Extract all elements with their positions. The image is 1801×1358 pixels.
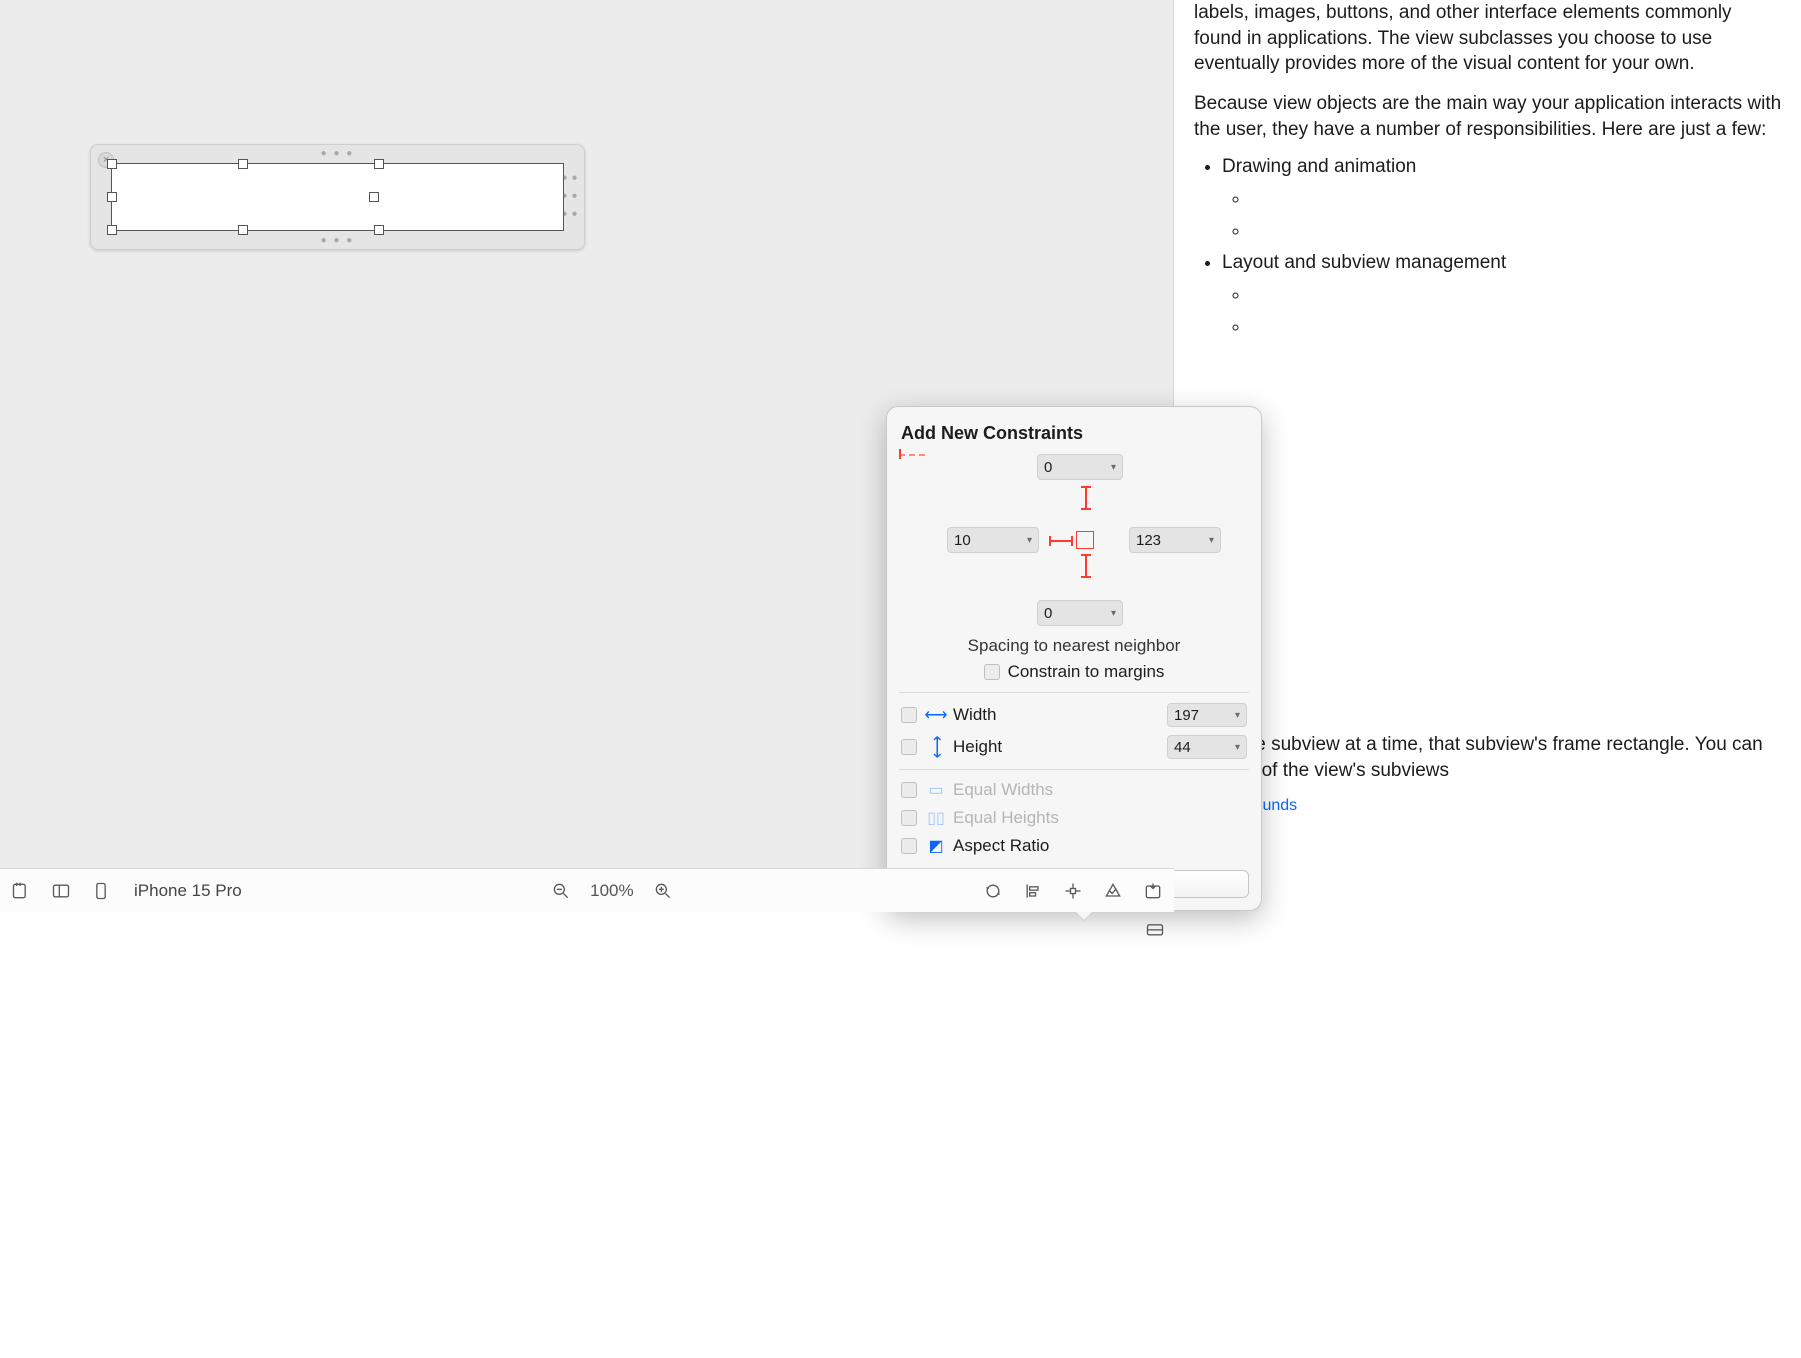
height-label: Height	[953, 737, 1159, 757]
canvas-bottom-toolbar: iPhone 15 Pro 100%	[0, 868, 1174, 912]
width-value-field[interactable]: 197 ▾	[1167, 703, 1247, 727]
width-value: 197	[1174, 707, 1199, 724]
doc-list-item: Layout and subview management	[1222, 252, 1783, 274]
equal-heights-label: Equal Heights	[953, 808, 1247, 828]
add-constraints-icon[interactable]	[1062, 880, 1084, 902]
checkbox-icon[interactable]	[901, 838, 917, 854]
doc-paragraph: only one subview at a time, that subview…	[1194, 732, 1783, 783]
doc-sub-item	[1250, 188, 1783, 210]
top-spacing-value: 0	[1044, 459, 1107, 476]
doc-sub-item	[1250, 316, 1783, 338]
resize-handle[interactable]	[107, 225, 117, 235]
leading-strut-icon[interactable]	[1049, 540, 1073, 542]
bottom-spacing-field[interactable]: 0 ▾	[1037, 600, 1123, 626]
doc-paragraph: Because view objects are the main way yo…	[1194, 91, 1783, 142]
trailing-spacing-field[interactable]: 123 ▾	[1129, 527, 1221, 553]
doc-sub-item	[1250, 220, 1783, 242]
chevron-down-icon[interactable]: ▾	[1235, 742, 1240, 753]
height-value: 44	[1174, 739, 1191, 756]
trailing-strut-icon[interactable]	[899, 454, 925, 456]
spacing-center-box-icon	[1076, 531, 1094, 549]
embed-in-icon[interactable]	[1142, 880, 1164, 902]
aspect-ratio-row[interactable]: ◩ Aspect Ratio	[899, 832, 1249, 860]
checkbox-icon[interactable]	[901, 739, 917, 755]
constrain-margins-row[interactable]: Constrain to margins	[899, 662, 1249, 682]
width-row[interactable]: ⟷ Width 197 ▾	[899, 699, 1249, 731]
bottom-spacing-value: 0	[1044, 605, 1107, 622]
width-label: Width	[953, 705, 1159, 725]
divider	[899, 692, 1249, 693]
resize-handle[interactable]	[238, 159, 248, 169]
resize-handle[interactable]	[107, 192, 117, 202]
align-icon[interactable]	[1022, 880, 1044, 902]
checkbox-icon[interactable]	[901, 707, 917, 723]
drag-grip-bottom-icon[interactable]: ● ● ●	[321, 235, 355, 246]
equal-widths-icon: ▭	[927, 780, 945, 800]
add-constraints-popover: Add New Constraints 0 ▾ 10 ▾ 123 ▾ 0 ▾ S…	[886, 406, 1262, 911]
leading-spacing-value: 10	[954, 532, 1023, 549]
doc-paragraph: labels, images, buttons, and other inter…	[1194, 0, 1783, 77]
device-icon[interactable]	[90, 880, 112, 902]
doc-sub-item	[1250, 284, 1783, 306]
spacing-caption: Spacing to nearest neighbor	[899, 636, 1249, 656]
equal-widths-row: ▭ Equal Widths	[899, 776, 1249, 804]
minimap-toggle-icon[interactable]	[1144, 918, 1166, 940]
chevron-down-icon[interactable]: ▾	[1027, 535, 1032, 546]
chevron-down-icon[interactable]: ▾	[1209, 535, 1214, 546]
update-frames-icon[interactable]	[982, 880, 1004, 902]
checkbox-icon[interactable]	[984, 664, 1000, 680]
resolve-issues-icon[interactable]	[1102, 880, 1124, 902]
zoom-level[interactable]: 100%	[590, 881, 633, 901]
chevron-down-icon[interactable]: ▾	[1235, 710, 1240, 721]
aspect-ratio-icon: ◩	[927, 836, 945, 856]
resize-handle[interactable]	[107, 159, 117, 169]
panel-toggle-icon[interactable]	[50, 880, 72, 902]
checkbox-icon	[901, 810, 917, 826]
documentation-pane[interactable]: labels, images, buttons, and other inter…	[1176, 0, 1801, 952]
chevron-down-icon[interactable]: ▾	[1111, 608, 1116, 619]
resize-handle[interactable]	[369, 192, 379, 202]
zoom-in-icon[interactable]	[652, 880, 674, 902]
chevron-down-icon[interactable]: ▾	[1111, 462, 1116, 473]
resize-handle[interactable]	[238, 225, 248, 235]
top-strut-icon[interactable]	[1085, 486, 1087, 510]
document-outline-toggle-icon[interactable]	[10, 880, 32, 902]
top-spacing-field[interactable]: 0 ▾	[1037, 454, 1123, 480]
trailing-spacing-value: 123	[1136, 532, 1205, 549]
bottom-strut-icon[interactable]	[1085, 554, 1087, 578]
device-label[interactable]: iPhone 15 Pro	[134, 881, 242, 901]
doc-list-item: Drawing and animation	[1222, 156, 1783, 178]
equal-widths-label: Equal Widths	[953, 780, 1247, 800]
popover-title: Add New Constraints	[901, 423, 1247, 444]
leading-spacing-field[interactable]: 10 ▾	[947, 527, 1039, 553]
drag-grip-right-icon[interactable]: ● ● ●	[569, 173, 580, 222]
checkbox-icon	[901, 782, 917, 798]
divider	[899, 769, 1249, 770]
height-row[interactable]: ⟷ Height 44 ▾	[899, 731, 1249, 763]
doc-list: Drawing and animation Layout and subview…	[1194, 156, 1783, 338]
selected-container-view[interactable]: × ● ● ● ● ● ● ● ● ● ● ● ●	[90, 144, 585, 250]
spacing-diagram: 0 ▾ 10 ▾ 123 ▾ 0 ▾	[899, 454, 1249, 634]
zoom-out-icon[interactable]	[550, 880, 572, 902]
aspect-ratio-label: Aspect Ratio	[953, 836, 1247, 856]
resize-handle[interactable]	[374, 159, 384, 169]
width-icon: ⟷	[927, 705, 945, 725]
drag-grip-top-icon[interactable]: ● ● ●	[321, 148, 355, 159]
equal-heights-row: ▯▯ Equal Heights	[899, 804, 1249, 832]
height-icon: ⟷	[927, 738, 947, 756]
height-value-field[interactable]: 44 ▾	[1167, 735, 1247, 759]
selected-uiview[interactable]	[111, 163, 564, 231]
constrain-margins-label: Constrain to margins	[1008, 662, 1165, 682]
resize-handle[interactable]	[374, 225, 384, 235]
equal-heights-icon: ▯▯	[927, 808, 945, 828]
